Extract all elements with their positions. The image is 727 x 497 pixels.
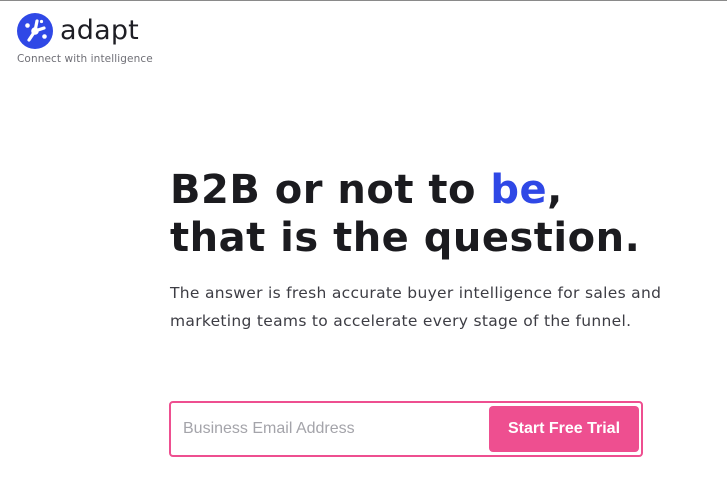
brand-header: adapt Connect with intelligence (17, 13, 153, 65)
headline-accent-word: be (490, 167, 548, 213)
start-free-trial-button[interactable]: Start Free Trial (489, 406, 639, 452)
top-divider (0, 0, 727, 1)
adapt-logo-icon (17, 13, 53, 49)
headline-line2: that is the question. (170, 215, 641, 261)
brand-wordmark: adapt (60, 15, 139, 46)
logo-link[interactable]: adapt (17, 13, 153, 49)
hero-section: B2B or not to be, that is the question. (170, 166, 710, 262)
hero-subtext: The answer is fresh accurate buyer intel… (170, 284, 662, 330)
headline-line1: B2B or not to be, (170, 167, 563, 213)
headline-comma: , (547, 167, 563, 213)
brand-tagline: Connect with intelligence (17, 53, 153, 65)
signup-form: Start Free Trial (169, 401, 643, 457)
headline-text: B2B or not to (170, 167, 491, 213)
business-email-input[interactable] (173, 405, 489, 453)
hero-headline: B2B or not to be, that is the question. (170, 166, 710, 262)
